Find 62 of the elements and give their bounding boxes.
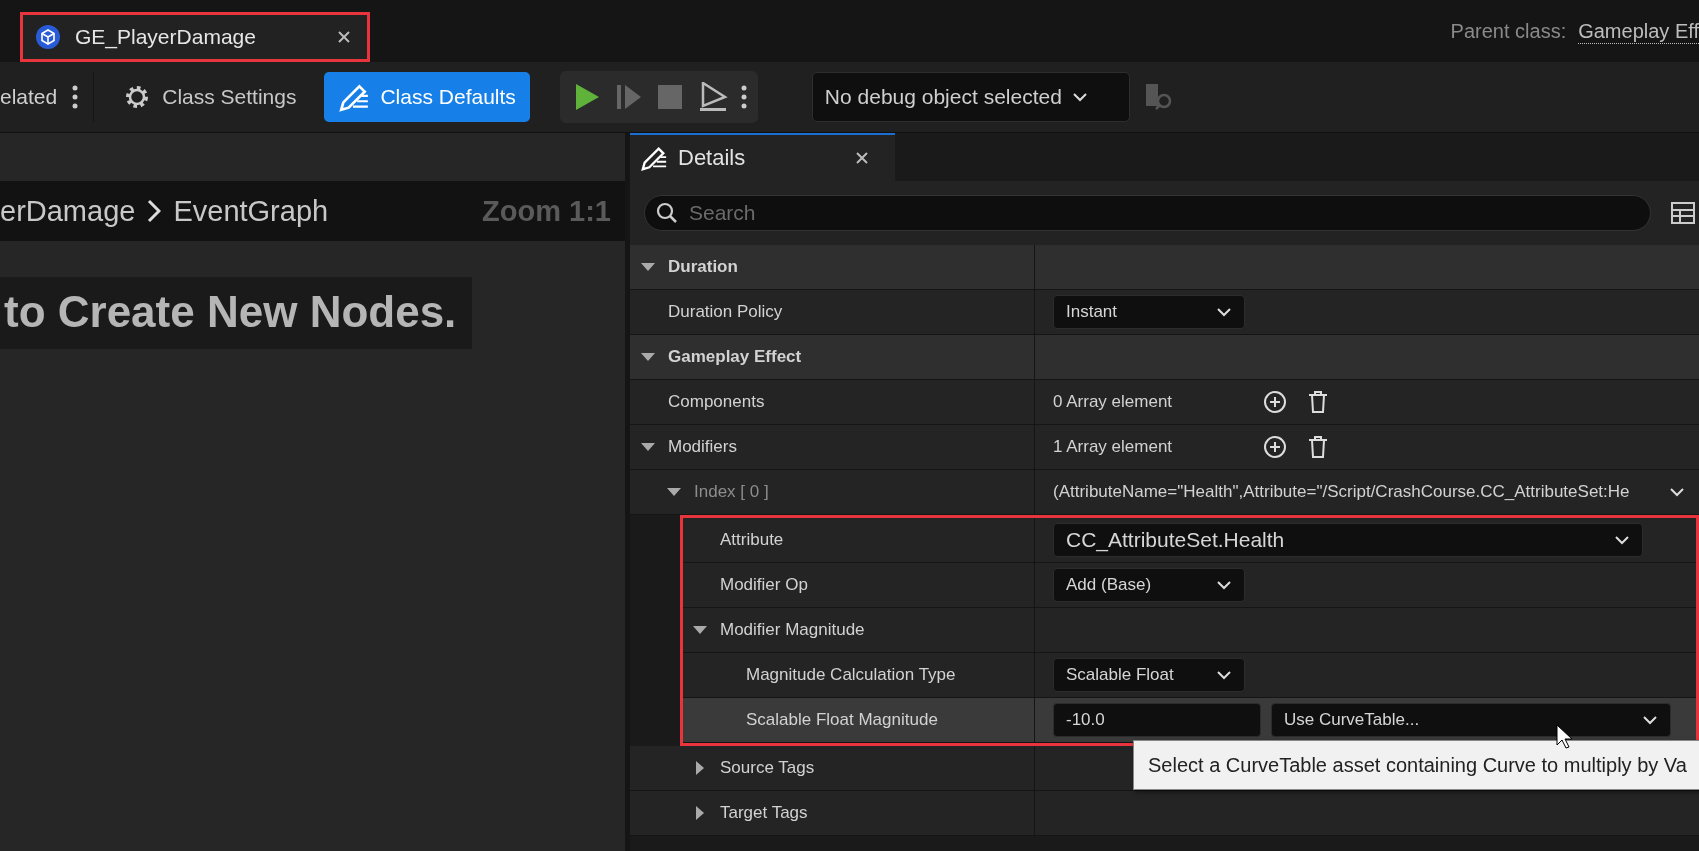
search-icon [656, 202, 678, 224]
property-label: Magnitude Calculation Type [746, 665, 956, 685]
chevron-down-icon [1216, 307, 1232, 317]
struct-value: (AttributeName="Health",Attribute="/Script/CrashCourse.CC_AttributeSet:He [1053, 482, 1631, 502]
dropdown[interactable]: Instant [1053, 295, 1245, 329]
cursor-icon [1556, 724, 1574, 750]
property-label: Modifier Op [720, 575, 808, 595]
breadcrumb-item[interactable]: erDamage [0, 194, 136, 228]
property-label: Source Tags [720, 758, 815, 778]
step-icon [615, 83, 642, 111]
search-field[interactable]: Search [644, 195, 1651, 231]
class-settings-button[interactable]: Class Settings [108, 72, 311, 122]
property-label: Target Tags [720, 803, 808, 823]
tab-title: GE_PlayerDamage [75, 25, 257, 49]
cube-icon [35, 24, 61, 50]
pencil-icon [640, 144, 668, 172]
dropdown[interactable]: Scalable Float [1053, 658, 1245, 692]
dropdown[interactable]: CC_AttributeSet.Health [1053, 523, 1643, 557]
class-defaults-button[interactable]: Class Defaults [324, 72, 530, 122]
chevron-down-icon [1669, 487, 1685, 497]
property-label: Gameplay Effect [668, 347, 802, 367]
details-tab[interactable]: Details [630, 133, 895, 181]
property-label: Index [ 0 ] [694, 482, 769, 502]
stop-icon [657, 85, 682, 109]
related-label[interactable]: elated [0, 85, 58, 109]
chevron-down-icon [1071, 92, 1088, 102]
parent-class-label: Parent class: [1450, 20, 1567, 44]
array-count: 1 Array element [1053, 437, 1174, 457]
tooltip: Select a CurveTable asset containing Curve to multiply by Va [1133, 740, 1699, 790]
graph-hint: to Create New Nodes. [0, 277, 473, 349]
document-tab[interactable]: GE_PlayerDamage [20, 12, 370, 62]
details-title: Details [678, 145, 747, 171]
more-icon[interactable] [71, 84, 80, 110]
table-view-icon[interactable] [1671, 202, 1695, 224]
close-icon[interactable] [337, 30, 351, 44]
magnitude-field[interactable]: -10.0 [1053, 703, 1261, 737]
curve-table-dropdown[interactable]: Use CurveTable... [1271, 703, 1671, 737]
property-label: Components [668, 392, 765, 412]
chevron-down-icon [1614, 535, 1630, 545]
breadcrumb-item[interactable]: EventGraph [173, 194, 329, 228]
delete-icon[interactable] [1307, 435, 1329, 459]
zoom-level: Zoom 1:1 [482, 194, 611, 228]
property-label: Attribute [720, 530, 784, 550]
add-icon[interactable] [1263, 435, 1287, 459]
property-label: Modifiers [668, 437, 737, 457]
debug-object-dropdown[interactable]: No debug object selected [811, 72, 1130, 122]
chevron-down-icon [1216, 670, 1232, 680]
array-count: 0 Array element [1053, 392, 1174, 412]
property-label: Duration [668, 257, 738, 277]
property-label: Scalable Float Magnitude [746, 710, 938, 730]
chevron-down-icon [1642, 715, 1658, 725]
parent-class-link[interactable]: Gameplay Eff [1578, 20, 1699, 44]
play-icon [573, 83, 600, 111]
dropdown[interactable]: Add (Base) [1053, 568, 1245, 602]
chevron-down-icon [1216, 580, 1232, 590]
close-icon[interactable] [855, 151, 869, 165]
delete-icon[interactable] [1307, 390, 1329, 414]
more-icon[interactable] [739, 84, 748, 110]
add-icon[interactable] [1263, 390, 1287, 414]
property-label: Modifier Magnitude [720, 620, 865, 640]
property-label: Duration Policy [668, 302, 783, 322]
chevron-right-icon [147, 199, 162, 223]
